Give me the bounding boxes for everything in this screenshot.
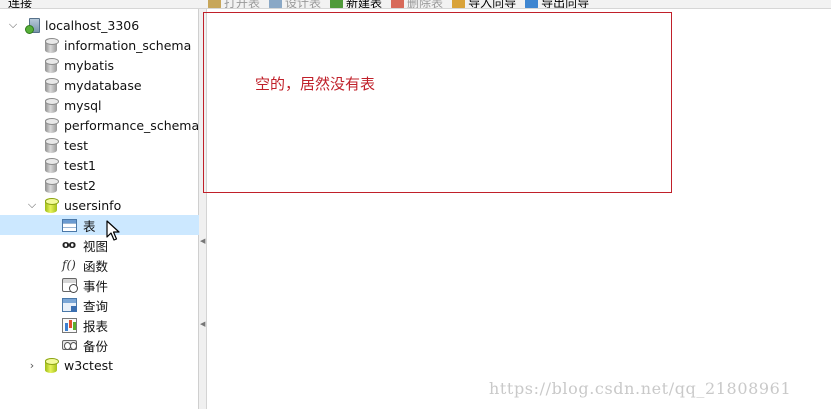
database-name: test (64, 137, 89, 153)
database-icon (45, 37, 59, 53)
tree-db-mydatabase[interactable]: mydatabase (0, 75, 199, 95)
splitter-left-arrow-icon[interactable]: ◀ (200, 237, 205, 245)
object-label: 表 (83, 218, 96, 234)
database-name: test2 (64, 177, 96, 193)
export-wizard-button[interactable]: 导出向导 (525, 0, 590, 9)
delete-table-icon (391, 0, 405, 8)
database-icon (45, 137, 59, 153)
tree-db-w3ctest[interactable]: › w3ctest (0, 355, 199, 375)
database-icon (45, 197, 59, 213)
watermark: https://blog.csdn.net/qq_21808961 (489, 379, 792, 398)
connection-tree: ⌵ localhost_3306 information_schema myba… (0, 9, 199, 409)
connection-label: 连接 (8, 0, 33, 9)
database-name: usersinfo (64, 197, 122, 213)
tree-connection-localhost[interactable]: ⌵ localhost_3306 (0, 15, 199, 35)
database-icon (45, 97, 59, 113)
export-wizard-label: 导出向导 (541, 0, 590, 9)
annotation-box (203, 12, 672, 193)
top-strip: 连接 打开表 设计表 新建表 删除表 导入向导 导出向导 (0, 0, 831, 9)
database-name: mysql (64, 97, 102, 113)
export-wizard-icon (525, 0, 539, 8)
object-label: 视图 (83, 238, 109, 254)
object-toolbar: 打开表 设计表 新建表 删除表 导入向导 导出向导 (208, 0, 598, 9)
object-label: 函数 (83, 258, 109, 274)
function-icon: f() (62, 258, 76, 272)
tree-object-queries[interactable]: 查询 (0, 295, 199, 315)
tree-db-information-schema[interactable]: information_schema (0, 35, 199, 55)
collapse-chevron-icon[interactable]: ⌵ (26, 195, 38, 215)
view-icon: oo (62, 238, 76, 251)
import-wizard-icon (452, 0, 466, 8)
new-table-icon (330, 0, 344, 8)
design-table-icon (269, 0, 283, 8)
database-name: information_schema (64, 37, 192, 53)
tree-object-events[interactable]: 事件 (0, 275, 199, 295)
database-icon (45, 117, 59, 133)
object-label: 查询 (83, 298, 109, 314)
tree-object-views[interactable]: oo 视图 (0, 235, 199, 255)
database-name: performance_schema (64, 117, 200, 133)
delete-table-button[interactable]: 删除表 (391, 0, 444, 9)
table-icon (62, 218, 77, 232)
splitter-left-arrow-icon[interactable]: ◀ (200, 320, 205, 328)
new-table-label: 新建表 (346, 0, 383, 9)
connection-name: localhost_3306 (45, 17, 140, 33)
tree-db-performance-schema[interactable]: performance_schema (0, 115, 199, 135)
database-icon (45, 77, 59, 93)
server-icon (24, 17, 40, 34)
tree-db-test1[interactable]: test1 (0, 155, 199, 175)
import-wizard-label: 导入向导 (468, 0, 517, 9)
new-table-button[interactable]: 新建表 (330, 0, 383, 9)
object-label: 报表 (83, 318, 109, 334)
query-icon (62, 298, 77, 312)
database-icon (45, 57, 59, 73)
import-wizard-button[interactable]: 导入向导 (452, 0, 517, 9)
design-table-button[interactable]: 设计表 (269, 0, 322, 9)
database-name: mydatabase (64, 77, 142, 93)
mouse-pointer-icon (106, 220, 120, 241)
delete-table-label: 删除表 (407, 0, 444, 9)
tree-db-test2[interactable]: test2 (0, 175, 199, 195)
object-label: 事件 (83, 278, 109, 294)
tree-object-reports[interactable]: 报表 (0, 315, 199, 335)
tree-object-functions[interactable]: f() 函数 (0, 255, 199, 275)
collapse-chevron-icon[interactable]: ⌵ (7, 15, 19, 35)
open-table-button[interactable]: 打开表 (208, 0, 261, 9)
database-icon (45, 157, 59, 173)
database-icon (45, 357, 59, 373)
tree-db-mybatis[interactable]: mybatis (0, 55, 199, 75)
tree-object-tables[interactable]: 表 (0, 215, 199, 235)
backup-icon (62, 340, 77, 350)
expand-chevron-icon[interactable]: › (26, 355, 38, 375)
open-table-icon (208, 0, 221, 8)
tree-db-test[interactable]: test (0, 135, 199, 155)
database-icon (45, 177, 59, 193)
open-table-label: 打开表 (224, 0, 261, 9)
database-name: mybatis (64, 57, 115, 73)
event-icon (62, 278, 78, 293)
tree-db-mysql[interactable]: mysql (0, 95, 199, 115)
tree-object-backups[interactable]: 备份 (0, 335, 199, 355)
tree-db-usersinfo[interactable]: ⌵ usersinfo (0, 195, 199, 215)
report-icon (62, 317, 77, 333)
database-name: test1 (64, 157, 96, 173)
design-table-label: 设计表 (285, 0, 322, 9)
annotation-text: 空的，居然没有表 (255, 75, 376, 93)
database-name: w3ctest (64, 357, 114, 373)
object-label: 备份 (83, 338, 109, 354)
